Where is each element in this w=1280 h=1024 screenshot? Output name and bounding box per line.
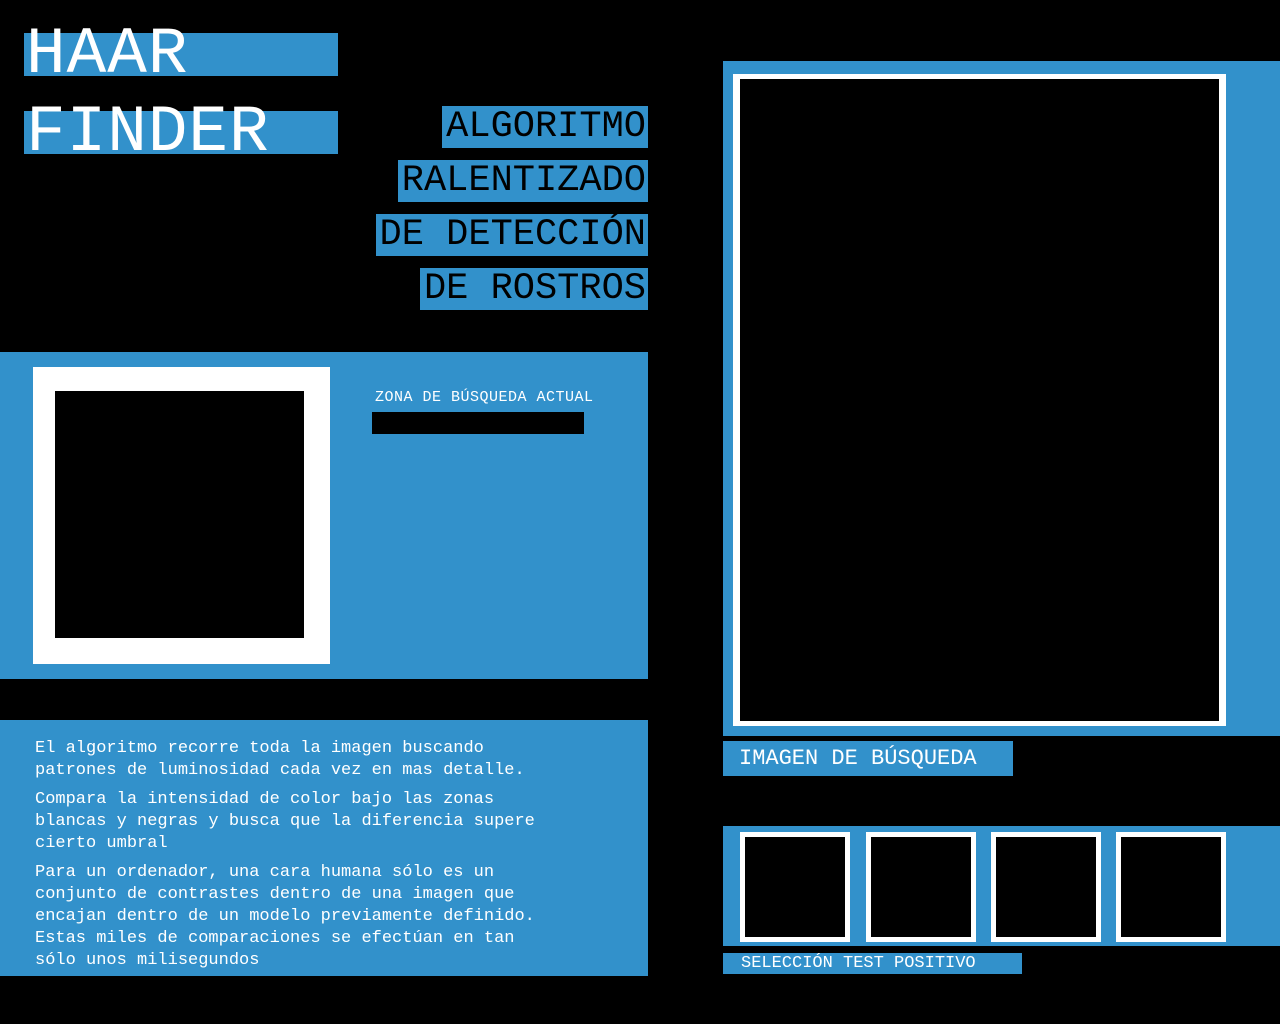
positive-test-canvas — [996, 837, 1096, 937]
subtitle: ALGORITMO RALENTIZADO DE DETECCIÓN DE RO… — [318, 106, 648, 310]
subtitle-line-1: ALGORITMO — [442, 106, 648, 148]
subtitle-line-2: RALENTIZADO — [397, 160, 648, 202]
current-zone-value-bar — [372, 412, 584, 434]
search-image-frame — [733, 74, 1226, 726]
current-zone-label: ZONA DE BÚSQUEDA ACTUAL — [375, 389, 594, 406]
positive-test-thumb — [1116, 832, 1226, 942]
positive-test-canvas — [1121, 837, 1221, 937]
title-line-1: HAAR — [26, 17, 189, 92]
description-paragraph-2: Compara la intensidad de color bajo las … — [35, 790, 535, 853]
positive-test-thumb — [866, 832, 976, 942]
search-image-caption: IMAGEN DE BÚSQUEDA — [723, 741, 1013, 776]
positive-test-thumb — [991, 832, 1101, 942]
title-line-2: FINDER — [26, 95, 270, 170]
zone-preview-frame — [33, 367, 330, 664]
subtitle-line-4: DE ROSTROS — [419, 268, 648, 310]
positive-test-canvas — [871, 837, 971, 937]
search-image-panel — [723, 61, 1280, 736]
positive-test-canvas — [745, 837, 845, 937]
subtitle-line-3: DE DETECCIÓN — [375, 214, 648, 256]
description-panel: El algoritmo recorre toda la imagen busc… — [0, 720, 648, 976]
description-paragraph-3: Para un ordenador, una cara humana sólo … — [35, 863, 535, 970]
app-title: HAAR FINDER — [0, 0, 345, 170]
positive-tests-caption: SELECCIÓN TEST POSITIVO — [723, 953, 1022, 974]
positive-tests-panel — [723, 826, 1280, 946]
positive-test-thumb — [740, 832, 850, 942]
zone-preview-canvas — [55, 391, 304, 638]
description-paragraph-1: El algoritmo recorre toda la imagen busc… — [35, 739, 525, 780]
search-image-canvas — [740, 79, 1219, 721]
description-text: El algoritmo recorre toda la imagen busc… — [35, 738, 635, 979]
current-zone-panel: ZONA DE BÚSQUEDA ACTUAL — [0, 352, 648, 679]
